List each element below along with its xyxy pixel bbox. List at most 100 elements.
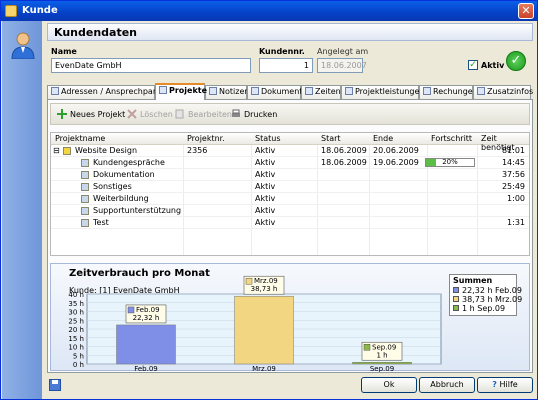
tab-projekte[interactable]: Projekte (155, 83, 208, 100)
edit-label: Bearbeiten (188, 110, 232, 119)
col-projektname[interactable]: Projektname (55, 134, 105, 143)
tab-label: Projekte (169, 86, 208, 95)
customer-window: Kunde ✕ Kundendaten Name EvenDate GmbH K… (0, 0, 538, 400)
plus-icon (57, 109, 67, 119)
legend-label: 22,32 h Feb.09 (462, 286, 522, 295)
tab-notizen[interactable]: Notizen (205, 85, 249, 99)
tab-projektleistungen[interactable]: Projektleistungen (341, 85, 425, 99)
col-projektnr[interactable]: Projektnr. (187, 134, 225, 143)
angelegt-field: 18.06.2007 (317, 58, 367, 73)
edit-icon (175, 109, 184, 119)
progress-fill (426, 159, 436, 166)
cell-start: 18.06.2009 (321, 158, 367, 167)
table-row[interactable]: Weiterbildung Aktiv 1:00 (51, 193, 529, 205)
col-status[interactable]: Status (255, 134, 281, 143)
legend-swatch (453, 287, 459, 293)
customer-avatar-icon (11, 32, 35, 59)
clock-icon (305, 87, 313, 95)
expand-toggle-icon[interactable]: ⊟ (53, 146, 60, 155)
active-status-icon: ✓ (506, 51, 526, 71)
save-icon[interactable] (49, 379, 61, 391)
legend-swatch (453, 305, 459, 311)
table-row[interactable]: ⊟ Website Design 2356 Aktiv 18.06.2009 20.06.… (51, 145, 529, 157)
help-label: Hilfe (499, 380, 518, 389)
data-label-category: Feb.09 (136, 306, 160, 314)
tab-dokumente[interactable]: Dokumente (247, 85, 307, 99)
edit-button[interactable]: Bearbeiten (175, 109, 232, 119)
footer-bar: Ok Abbruch ? Hilfe (43, 375, 537, 399)
y-tick-label: 40 h (68, 291, 84, 299)
tab-adressen[interactable]: Adressen / Ansprechpartner (47, 85, 173, 99)
name-label: Name (51, 47, 77, 56)
progress-label: 20% (442, 158, 458, 166)
toolbar: Neues Projekt Löschen Bearbeiten Drucken (50, 103, 530, 125)
cell-time: 14:45 (501, 158, 525, 167)
cell-status: Aktiv (255, 146, 276, 155)
cell-time: 1:31 (507, 218, 525, 227)
ok-button[interactable]: Ok (361, 377, 417, 393)
project-icon (81, 159, 89, 167)
print-button[interactable]: Drucken (231, 109, 277, 119)
time-chart: Zeitverbrauch pro Monat Kunde: [1] EvenD… (50, 263, 530, 372)
legend-label: 1 h Sep.09 (462, 304, 506, 313)
col-ende[interactable]: Ende (373, 134, 393, 143)
bar-Sep.09 (352, 362, 412, 365)
page-title: Kundendaten (47, 23, 533, 41)
note-icon (209, 87, 217, 95)
tab-zeiten[interactable]: Zeiten (301, 85, 341, 99)
tab-label: Rechungen (433, 87, 478, 96)
table-row[interactable]: Dokumentation Aktiv 37:56 (51, 169, 529, 181)
legend-item: 22,32 h Feb.09 (450, 286, 522, 295)
y-tick-label: 35 h (68, 300, 84, 308)
tab-rechungen[interactable]: Rechungen (419, 85, 478, 99)
table-row[interactable]: Test Aktiv 1:31 (51, 217, 529, 229)
new-project-button[interactable]: Neues Projekt (57, 109, 125, 119)
table-row[interactable]: Kundengespräche Aktiv 18.06.2009 19.06.2009… (51, 157, 529, 169)
project-icon (81, 171, 89, 179)
name-field[interactable]: EvenDate GmbH (51, 58, 251, 73)
col-start[interactable]: Start (321, 134, 341, 143)
bar-Mrz.09 (234, 295, 294, 365)
cell-status: Aktiv (255, 170, 276, 179)
delete-button[interactable]: Löschen (127, 109, 173, 119)
table-row[interactable]: Sonstiges Aktiv 25:49 (51, 181, 529, 193)
cell-status: Aktiv (255, 218, 276, 227)
cell-nr: 2356 (187, 146, 208, 155)
tab-label: Zusatzinfos (487, 87, 534, 96)
table-row[interactable]: Supportunterstützung Aktiv (51, 205, 529, 217)
app-icon (5, 5, 17, 17)
legend-item: 1 h Sep.09 (450, 304, 516, 313)
y-tick-label: 10 h (68, 344, 84, 352)
project-icon (81, 195, 89, 203)
help-button[interactable]: ? Hilfe (477, 377, 533, 393)
project-icon (81, 183, 89, 191)
project-name: Dokumentation (93, 170, 155, 179)
legend-title: Summen (453, 276, 493, 285)
cell-end: 20.06.2009 (373, 146, 419, 155)
close-button[interactable]: ✕ (518, 3, 534, 19)
bar-Feb.09 (116, 324, 176, 365)
title-bar[interactable]: Kunde ✕ (1, 1, 537, 21)
kundennr-field[interactable]: 1 (259, 58, 313, 73)
cell-time: 37:56 (501, 170, 525, 179)
data-label-value: 1 h (376, 351, 387, 359)
legend-label: 38,73 h Mrz.09 (462, 295, 523, 304)
cancel-button[interactable]: Abbruch (419, 377, 475, 393)
table-header: Projektname Projektnr. Status Start Ende… (51, 133, 529, 152)
aktiv-checkbox[interactable]: ✓ (468, 60, 478, 70)
tab-zusatzinfos[interactable]: Zusatzinfos (473, 85, 534, 99)
invoice-icon (423, 87, 431, 95)
cell-status: Aktiv (255, 158, 276, 167)
y-tick-label: 20 h (68, 326, 84, 334)
projects-panel: Neues Projekt Löschen Bearbeiten Drucken… (47, 99, 533, 373)
project-name: Test (93, 218, 109, 227)
kundennr-label: Kundennr. (259, 47, 305, 56)
project-icon (63, 147, 71, 155)
col-fortschritt[interactable]: Fortschritt (431, 134, 472, 143)
aktiv-label: Aktiv (481, 61, 505, 70)
print-label: Drucken (244, 110, 278, 119)
legend-item: 38,73 h Mrz.09 (450, 295, 522, 304)
tab-label: Projektleistungen (355, 87, 425, 96)
chart-legend: Summen 22,32 h Feb.09 38,73 h Mrz.09 1 h… (449, 274, 522, 316)
data-label-category: Sep.09 (372, 343, 396, 351)
